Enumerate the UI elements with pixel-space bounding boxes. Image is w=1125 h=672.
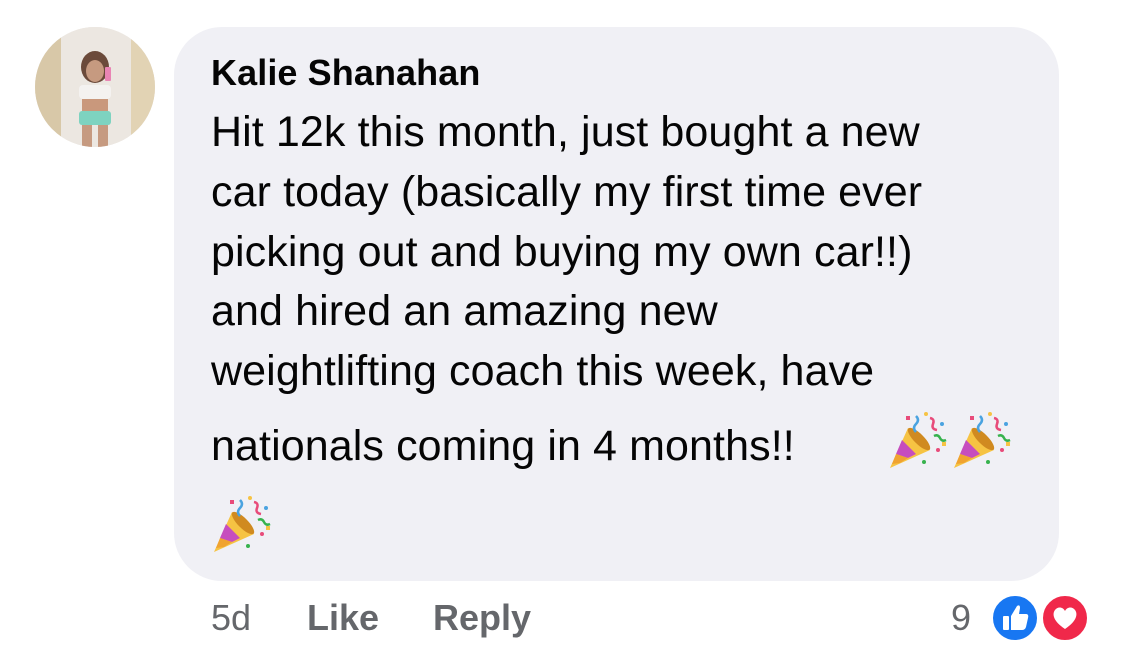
party-popper-icon <box>214 496 271 552</box>
avatar-photo <box>35 27 155 147</box>
comment-text-line: weightlifting coach this week, have <box>211 347 875 395</box>
reply-button[interactable]: Reply <box>433 597 531 639</box>
like-button[interactable]: Like <box>307 597 379 639</box>
party-popper-icon <box>890 412 947 468</box>
comment-container: Kalie Shanahan Hit 12k this month, just … <box>0 0 1125 672</box>
reaction-count[interactable]: 9 <box>951 597 971 639</box>
heart-icon <box>1053 607 1077 629</box>
comment-timestamp[interactable]: 5d <box>211 597 251 639</box>
comment-text-line: picking out and buying my own car!!) <box>211 228 913 276</box>
comment-text-line: Hit 12k this month, just bought a new <box>211 108 920 156</box>
love-reaction-icon[interactable] <box>1040 593 1090 643</box>
comment-text-line: and hired an amazing new <box>211 287 718 335</box>
avatar[interactable] <box>35 27 155 147</box>
party-popper-icon <box>954 412 1011 468</box>
like-reaction-icon[interactable] <box>990 593 1040 643</box>
comment-text-line: nationals coming in 4 months!! <box>211 422 795 470</box>
comment-text-line: car today (basically my first time ever <box>211 168 923 216</box>
thumbs-up-icon <box>1003 605 1029 630</box>
comment-author[interactable]: Kalie Shanahan <box>211 52 480 94</box>
